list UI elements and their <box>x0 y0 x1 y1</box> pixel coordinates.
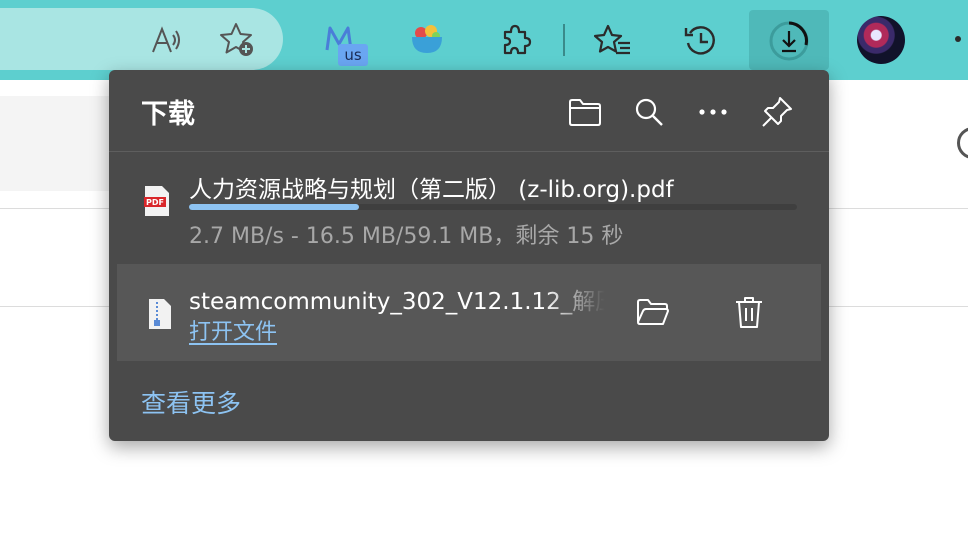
open-folder-icon[interactable] <box>567 94 603 130</box>
see-more-link[interactable]: 查看更多 <box>141 384 241 420</box>
delete-icon[interactable] <box>729 294 769 330</box>
show-in-folder-icon[interactable] <box>633 294 673 330</box>
pdf-label: PDF <box>146 198 164 207</box>
search-icon[interactable] <box>631 94 667 130</box>
page-circle-icon[interactable] <box>957 127 968 159</box>
extension-bowl-icon[interactable] <box>409 20 445 58</box>
extensions-icon[interactable] <box>497 22 533 58</box>
pdf-file-icon: PDF <box>144 185 170 217</box>
browser-toolbar: us <box>0 0 968 80</box>
download-item-zip[interactable]: steamcommunity_302_V12.1.12_解压 打开文件 <box>117 264 821 361</box>
more-options-icon[interactable] <box>695 94 731 130</box>
more-icon[interactable] <box>955 36 961 42</box>
panel-title: 下载 <box>141 99 195 130</box>
page-content-block <box>0 96 120 191</box>
download-progress-bar <box>189 204 797 210</box>
history-icon[interactable] <box>682 22 720 60</box>
open-file-link[interactable]: 打开文件 <box>189 314 277 346</box>
toolbar-divider <box>563 24 565 56</box>
pin-icon[interactable] <box>759 94 795 130</box>
profile-avatar[interactable] <box>857 16 905 64</box>
download-progress-fill <box>189 204 360 210</box>
panel-separator <box>109 151 829 152</box>
downloads-button[interactable] <box>749 10 829 70</box>
download-status: 2.7 MB/s - 16.5 MB/59.1 MB，剩余 15 秒 <box>189 224 624 249</box>
zip-file-icon <box>147 298 173 330</box>
download-file-name[interactable]: 人力资源战略与规划（第二版） (z-lib.org).pdf <box>189 170 674 204</box>
download-file-name[interactable]: steamcommunity_302_V12.1.12_解压 <box>189 282 605 316</box>
downloads-panel: 下载 PDF 人力资源战略与规划（第二版） (z-lib.org).pdf 2.… <box>109 70 829 441</box>
read-aloud-icon[interactable] <box>147 22 187 58</box>
downloads-icon <box>766 18 812 64</box>
extension-badge: us <box>338 44 368 66</box>
add-favorite-icon[interactable] <box>218 20 258 60</box>
favorites-icon[interactable] <box>593 22 633 58</box>
